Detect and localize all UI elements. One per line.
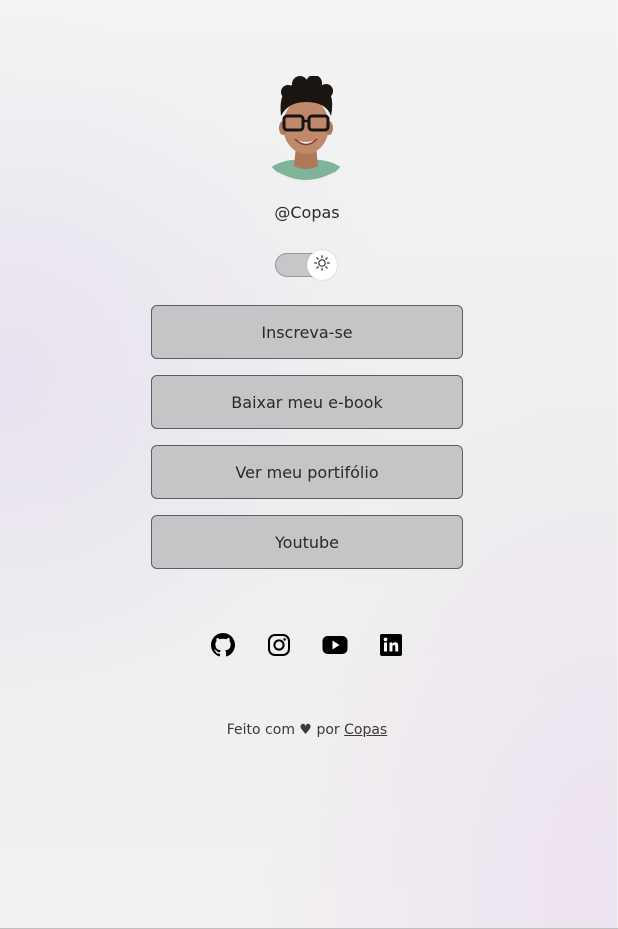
heart-icon: ♥ bbox=[299, 722, 312, 738]
theme-toggle[interactable] bbox=[274, 250, 338, 280]
avatar bbox=[264, 76, 348, 190]
author-link[interactable]: Copas bbox=[344, 722, 387, 738]
portfolio-button[interactable]: Ver meu portifólio bbox=[151, 445, 463, 499]
sun-icon bbox=[314, 255, 330, 275]
youtube-icon[interactable] bbox=[322, 632, 348, 658]
profile-handle: @Copas bbox=[274, 203, 340, 222]
subscribe-button[interactable]: Inscreva-se bbox=[151, 305, 463, 359]
github-icon[interactable] bbox=[210, 632, 236, 658]
instagram-icon[interactable] bbox=[266, 632, 292, 658]
linkedin-icon[interactable] bbox=[378, 632, 404, 658]
footer-by: por bbox=[316, 722, 340, 738]
youtube-button[interactable]: Youtube bbox=[151, 515, 463, 569]
toggle-knob bbox=[307, 250, 337, 280]
footer-prefix: Feito com bbox=[226, 722, 295, 738]
footer: Feito com ♥ por Copas bbox=[0, 722, 614, 738]
ebook-download-button[interactable]: Baixar meu e-book bbox=[151, 375, 463, 429]
